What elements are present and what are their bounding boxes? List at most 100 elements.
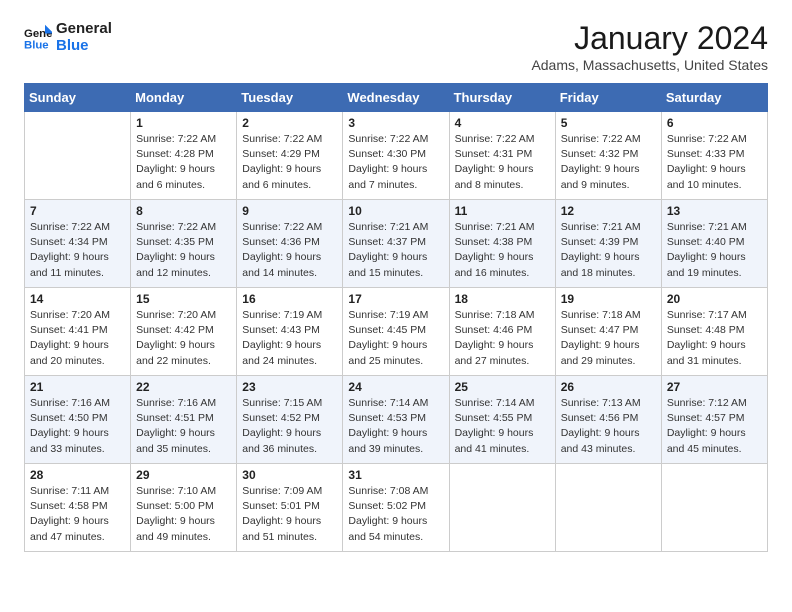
cell-info: Sunrise: 7:14 AMSunset: 4:53 PMDaylight:…	[348, 396, 443, 457]
calendar-cell: 30 Sunrise: 7:09 AMSunset: 5:01 PMDayligh…	[237, 464, 343, 552]
day-number: 13	[667, 204, 762, 218]
calendar-cell: 22 Sunrise: 7:16 AMSunset: 4:51 PMDayligh…	[131, 376, 237, 464]
cell-info: Sunrise: 7:21 AMSunset: 4:40 PMDaylight:…	[667, 220, 762, 281]
cell-info: Sunrise: 7:19 AMSunset: 4:43 PMDaylight:…	[242, 308, 337, 369]
day-number: 5	[561, 116, 656, 130]
day-number: 6	[667, 116, 762, 130]
day-number: 26	[561, 380, 656, 394]
logo: General Blue General Blue	[24, 20, 112, 55]
day-number: 25	[455, 380, 550, 394]
day-number: 24	[348, 380, 443, 394]
calendar-cell: 15Sunrise: 7:20 AMSunset: 4:42 PMDayligh…	[131, 288, 237, 376]
cell-info: Sunrise: 7:08 AMSunset: 5:02 PMDaylight:…	[348, 484, 443, 545]
day-number: 12	[561, 204, 656, 218]
cell-info: Sunrise: 7:10 AMSunset: 5:00 PMDaylight:…	[136, 484, 231, 545]
weekday-header: Tuesday	[237, 84, 343, 112]
calendar-cell: 24 Sunrise: 7:14 AMSunset: 4:53 PMDayligh…	[343, 376, 449, 464]
day-number: 20	[667, 292, 762, 306]
cell-info: Sunrise: 7:17 AMSunset: 4:48 PMDaylight:…	[667, 308, 762, 369]
cell-info: Sunrise: 7:16 AMSunset: 4:50 PMDaylight:…	[30, 396, 125, 457]
cell-info: Sunrise: 7:22 AMSunset: 4:31 PMDaylight:…	[455, 132, 550, 193]
day-number: 31	[348, 468, 443, 482]
calendar-cell: 11 Sunrise: 7:21 AMSunset: 4:38 PMDayligh…	[449, 200, 555, 288]
calendar-cell: 18Sunrise: 7:18 AMSunset: 4:46 PMDayligh…	[449, 288, 555, 376]
day-number: 21	[30, 380, 125, 394]
cell-info: Sunrise: 7:22 AMSunset: 4:33 PMDaylight:…	[667, 132, 762, 193]
day-number: 30	[242, 468, 337, 482]
day-number: 10	[348, 204, 443, 218]
calendar-cell: 23 Sunrise: 7:15 AMSunset: 4:52 PMDayligh…	[237, 376, 343, 464]
day-number: 29	[136, 468, 231, 482]
day-number: 17	[348, 292, 443, 306]
page-header: General Blue General Blue January 2024 A…	[24, 20, 768, 73]
day-number: 7	[30, 204, 125, 218]
cell-info: Sunrise: 7:12 AMSunset: 4:57 PMDaylight:…	[667, 396, 762, 457]
calendar-cell: 12 Sunrise: 7:21 AMSunset: 4:39 PMDayligh…	[555, 200, 661, 288]
day-number: 8	[136, 204, 231, 218]
calendar-cell: 29 Sunrise: 7:10 AMSunset: 5:00 PMDayligh…	[131, 464, 237, 552]
calendar-cell	[25, 112, 131, 200]
weekday-header: Sunday	[25, 84, 131, 112]
calendar-cell: 28 Sunrise: 7:11 AMSunset: 4:58 PMDayligh…	[25, 464, 131, 552]
cell-info: Sunrise: 7:15 AMSunset: 4:52 PMDaylight:…	[242, 396, 337, 457]
day-number: 9	[242, 204, 337, 218]
weekday-header: Saturday	[661, 84, 767, 112]
calendar-cell: 26 Sunrise: 7:13 AMSunset: 4:56 PMDayligh…	[555, 376, 661, 464]
cell-info: Sunrise: 7:19 AMSunset: 4:45 PMDaylight:…	[348, 308, 443, 369]
svg-text:Blue: Blue	[24, 40, 49, 52]
cell-info: Sunrise: 7:20 AMSunset: 4:41 PMDaylight:…	[30, 308, 125, 369]
month-title: January 2024	[531, 20, 768, 57]
calendar-cell: 31 Sunrise: 7:08 AMSunset: 5:02 PMDayligh…	[343, 464, 449, 552]
calendar-cell: 19Sunrise: 7:18 AMSunset: 4:47 PMDayligh…	[555, 288, 661, 376]
calendar-table: SundayMondayTuesdayWednesdayThursdayFrid…	[24, 83, 768, 552]
cell-info: Sunrise: 7:22 AMSunset: 4:30 PMDaylight:…	[348, 132, 443, 193]
calendar-cell: 9 Sunrise: 7:22 AMSunset: 4:36 PMDaylight…	[237, 200, 343, 288]
location-title: Adams, Massachusetts, United States	[531, 57, 768, 73]
day-number: 18	[455, 292, 550, 306]
calendar-cell: 5 Sunrise: 7:22 AMSunset: 4:32 PMDaylight…	[555, 112, 661, 200]
calendar-cell: 7 Sunrise: 7:22 AMSunset: 4:34 PMDaylight…	[25, 200, 131, 288]
calendar-cell: 3 Sunrise: 7:22 AMSunset: 4:30 PMDaylight…	[343, 112, 449, 200]
day-number: 11	[455, 204, 550, 218]
cell-info: Sunrise: 7:16 AMSunset: 4:51 PMDaylight:…	[136, 396, 231, 457]
weekday-header: Monday	[131, 84, 237, 112]
cell-info: Sunrise: 7:22 AMSunset: 4:35 PMDaylight:…	[136, 220, 231, 281]
day-number: 22	[136, 380, 231, 394]
cell-info: Sunrise: 7:13 AMSunset: 4:56 PMDaylight:…	[561, 396, 656, 457]
calendar-cell: 27 Sunrise: 7:12 AMSunset: 4:57 PMDayligh…	[661, 376, 767, 464]
calendar-cell	[449, 464, 555, 552]
cell-info: Sunrise: 7:22 AMSunset: 4:32 PMDaylight:…	[561, 132, 656, 193]
calendar-cell: 20 Sunrise: 7:17 AMSunset: 4:48 PMDayligh…	[661, 288, 767, 376]
cell-info: Sunrise: 7:22 AMSunset: 4:29 PMDaylight:…	[242, 132, 337, 193]
day-number: 27	[667, 380, 762, 394]
calendar-cell: 14 Sunrise: 7:20 AMSunset: 4:41 PMDayligh…	[25, 288, 131, 376]
calendar-cell	[555, 464, 661, 552]
cell-info: Sunrise: 7:22 AMSunset: 4:36 PMDaylight:…	[242, 220, 337, 281]
cell-info: Sunrise: 7:20 AMSunset: 4:42 PMDaylight:…	[136, 308, 231, 369]
cell-info: Sunrise: 7:22 AMSunset: 4:34 PMDaylight:…	[30, 220, 125, 281]
logo-icon: General Blue	[24, 23, 52, 51]
day-number: 28	[30, 468, 125, 482]
day-number: 23	[242, 380, 337, 394]
cell-info: Sunrise: 7:21 AMSunset: 4:38 PMDaylight:…	[455, 220, 550, 281]
day-number: 14	[30, 292, 125, 306]
day-number: 2	[242, 116, 337, 130]
calendar-cell: 4Sunrise: 7:22 AMSunset: 4:31 PMDaylight…	[449, 112, 555, 200]
calendar-cell: 8 Sunrise: 7:22 AMSunset: 4:35 PMDaylight…	[131, 200, 237, 288]
weekday-header: Friday	[555, 84, 661, 112]
cell-info: Sunrise: 7:21 AMSunset: 4:37 PMDaylight:…	[348, 220, 443, 281]
calendar-cell: 13 Sunrise: 7:21 AMSunset: 4:40 PMDayligh…	[661, 200, 767, 288]
day-number: 3	[348, 116, 443, 130]
weekday-header: Wednesday	[343, 84, 449, 112]
cell-info: Sunrise: 7:09 AMSunset: 5:01 PMDaylight:…	[242, 484, 337, 545]
day-number: 16	[242, 292, 337, 306]
cell-info: Sunrise: 7:11 AMSunset: 4:58 PMDaylight:…	[30, 484, 125, 545]
day-number: 1	[136, 116, 231, 130]
calendar-cell: 1Sunrise: 7:22 AMSunset: 4:28 PMDaylight…	[131, 112, 237, 200]
calendar-cell: 10 Sunrise: 7:21 AMSunset: 4:37 PMDayligh…	[343, 200, 449, 288]
logo-text-line1: General	[56, 20, 112, 37]
logo-text-line2: Blue	[56, 37, 112, 54]
cell-info: Sunrise: 7:21 AMSunset: 4:39 PMDaylight:…	[561, 220, 656, 281]
weekday-header: Thursday	[449, 84, 555, 112]
calendar-cell: 21 Sunrise: 7:16 AMSunset: 4:50 PMDayligh…	[25, 376, 131, 464]
